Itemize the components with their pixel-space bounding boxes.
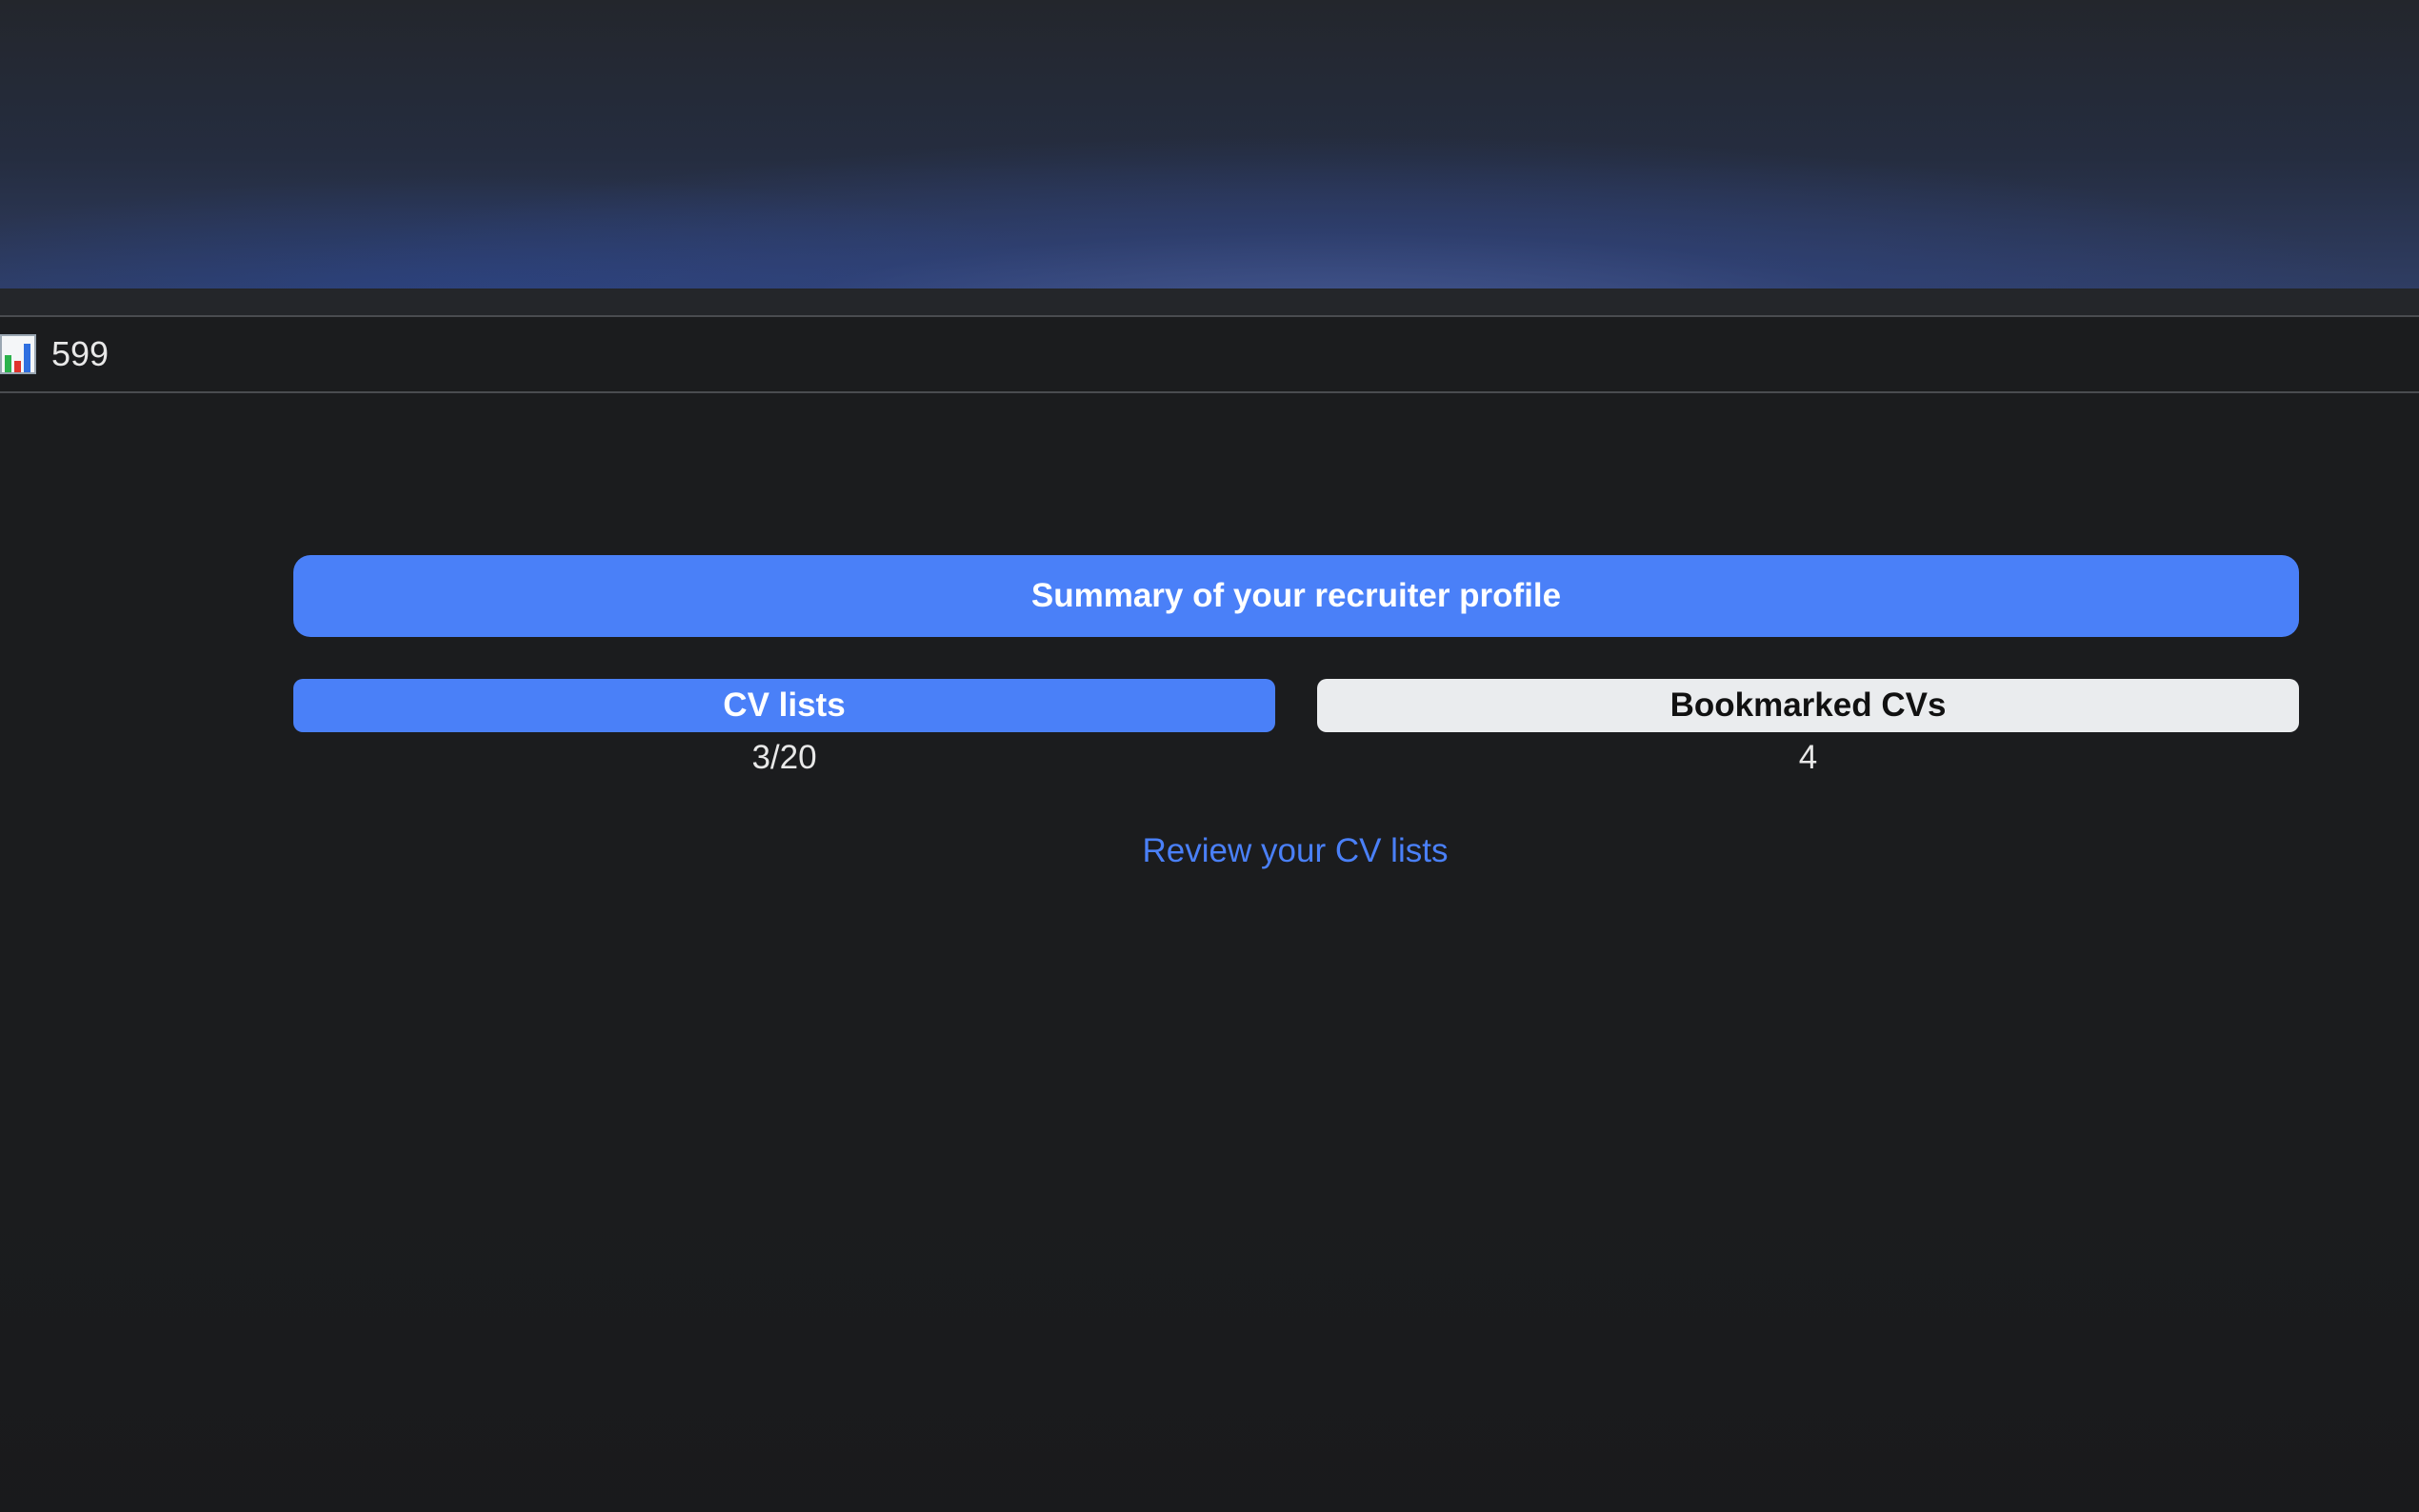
cv-lists-count: 3/20 [751,739,817,776]
bar-chart-icon [0,334,36,374]
review-cv-lists-link[interactable]: Review your CV lists [1143,832,1449,880]
header-banner [0,0,2419,288]
tab-bookmarked-cvs[interactable]: Bookmarked CVs [1317,679,2299,732]
summary-button[interactable]: Summary of your recruiter profile [293,555,2299,637]
banner-divider [0,288,2419,317]
review-link-container: Review your CV lists [0,832,2419,880]
bottom-shade [0,1181,2419,1512]
bookmarked-cvs-count: 4 [1798,739,1818,776]
stats-value: 599 [51,334,110,373]
tab-cv-lists[interactable]: CV lists [293,679,1275,732]
stats-bar: 599 [0,317,2419,393]
